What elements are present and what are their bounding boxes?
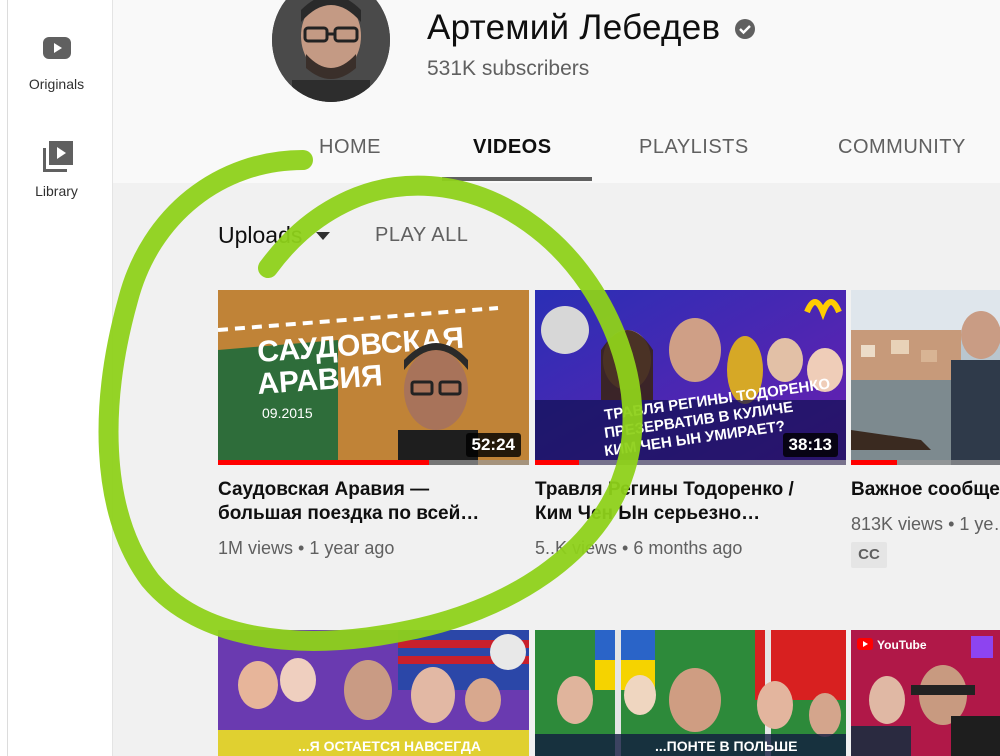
- progress-track: [535, 460, 846, 465]
- thumb-title: ...Я ОСТАЕТСЯ НАВСЕГДА: [298, 738, 481, 754]
- channel-name: Артемий Лебедев: [427, 8, 721, 47]
- video-duration: 52:24: [465, 433, 521, 457]
- video-title[interactable]: Саудовская Аравия — большая поездка по в…: [218, 478, 518, 526]
- watch-progress-bar: [851, 460, 898, 465]
- tab-home[interactable]: HOME: [319, 136, 381, 159]
- video-age: 1 ye…: [959, 514, 1000, 534]
- tab-playlists[interactable]: PLAYLISTS: [639, 136, 749, 159]
- closed-captions-badge: CC: [851, 542, 887, 568]
- caret-down-icon[interactable]: [316, 232, 330, 240]
- verified-icon: [735, 19, 755, 39]
- thumb-date: 09.2015: [262, 405, 313, 421]
- watch-progress-bar: [535, 460, 579, 465]
- youtube-play-icon: [42, 37, 71, 59]
- video-thumbnail[interactable]: САУДОВСКАЯ АРАВИЯ 09.2015 52:24: [218, 290, 529, 465]
- sidebar-item-label: Library: [35, 183, 78, 199]
- library-icon: [42, 141, 73, 172]
- watch-progress-bar: [218, 460, 430, 465]
- active-tab-indicator: [442, 177, 592, 181]
- video-views: 5..K views: [535, 538, 618, 558]
- thumb-title: ...ПОНТЕ В ПОЛЬШЕ: [655, 738, 797, 754]
- video-thumbnail[interactable]: [851, 290, 1000, 465]
- video-meta: 1M views • 1 year ago: [218, 538, 395, 558]
- video-thumbnail[interactable]: ТРАВЛЯ РЕГИНЫ ТОДОРЕНКО ПРЕЗЕРВАТИВ В КУ…: [535, 290, 846, 465]
- video-views: 813K views: [851, 514, 944, 534]
- tab-videos[interactable]: VIDEOS: [473, 136, 552, 159]
- video-thumbnail[interactable]: ...ПОНТЕ В ПОЛЬШЕ: [535, 630, 846, 756]
- video-thumbnail[interactable]: YouTube: [851, 630, 1000, 756]
- sidebar: Originals Library: [0, 0, 113, 756]
- sidebar-item-label: Originals: [28, 76, 85, 92]
- video-meta: 813K views • 1 ye…: [851, 514, 1000, 535]
- play-all-button[interactable]: PLAY ALL: [375, 224, 468, 247]
- window-edge: [7, 0, 8, 756]
- video-meta: 5..K views • 6 months ago: [535, 538, 743, 558]
- sort-dropdown[interactable]: Uploads: [218, 222, 302, 249]
- sidebar-item-library[interactable]: Library: [0, 139, 113, 199]
- thumb-title: YouTube: [877, 638, 927, 652]
- video-views: 1M views: [218, 538, 294, 558]
- video-age: 1 year ago: [309, 538, 395, 558]
- video-duration: 38:13: [782, 433, 838, 457]
- video-age: 6 months ago: [633, 538, 743, 558]
- video-title[interactable]: Травля Регины Тодоренко / Ким Чен Ын сер…: [535, 478, 835, 526]
- sidebar-item-originals[interactable]: Originals: [0, 32, 113, 92]
- subscriber-count: 531K subscribers: [427, 57, 590, 80]
- video-title[interactable]: Важное сообще…: [851, 478, 1000, 502]
- video-thumbnail[interactable]: ...Я ОСТАЕТСЯ НАВСЕГДА: [218, 630, 529, 756]
- tab-community[interactable]: COMMUNITY: [838, 136, 966, 159]
